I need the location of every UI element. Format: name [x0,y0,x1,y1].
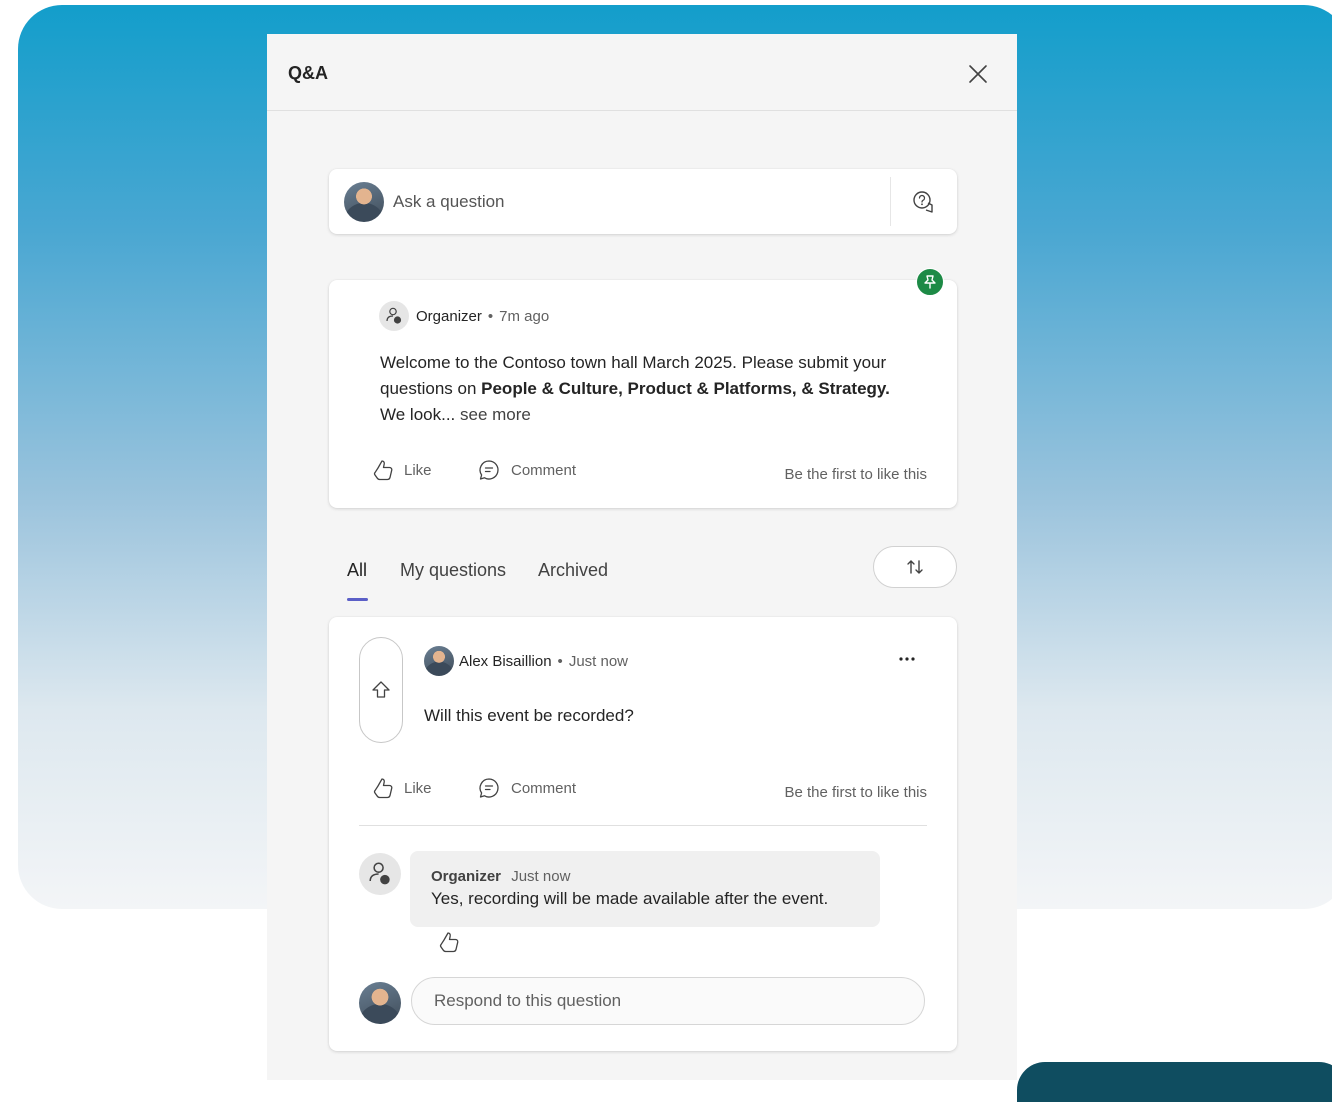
more-options-button[interactable] [892,649,922,669]
pinned-text-bold: People & Culture, Product & Platforms, &… [481,379,890,398]
pinned-text: Welcome to the Contoso town hall March 2… [380,350,910,428]
close-icon [969,65,987,83]
thumbs-up-icon [439,932,459,953]
comment-label: Comment [511,779,577,797]
reply-organizer-avatar [359,853,401,895]
ask-question-card [329,169,957,234]
tab-archived[interactable]: Archived [538,560,608,581]
tab-all-label: All [347,560,368,580]
thumbs-up-icon [373,460,393,481]
tab-all[interactable]: All [347,560,368,601]
user-avatar [344,182,384,222]
question-comment-button[interactable]: Comment [477,776,576,800]
question-author-avatar [424,646,454,676]
reply-author: Organizer [431,868,502,885]
pin-badge [916,268,944,296]
reply-time: Just now [511,868,571,885]
pinned-comment-button[interactable]: Comment [477,458,576,482]
pin-icon [924,275,936,289]
ask-question-icon [913,191,933,213]
comment-label: Comment [511,461,577,479]
ask-divider [890,177,891,226]
qa-panel: Q&A Organi [267,34,1017,1080]
question-like-note: Be the first to like this [784,784,927,801]
more-options-icon [899,657,915,661]
panel-header: Q&A [267,34,1017,111]
background-dark-shape [1017,1062,1332,1102]
reply-like-button[interactable] [438,930,460,954]
question-like-button[interactable]: Like [372,776,432,800]
organizer-icon [369,862,390,885]
question-time: Just now [568,653,629,670]
tab-my-questions[interactable]: My questions [400,560,506,581]
question-text: Will this event be recorded? [424,706,634,725]
pinned-meta: Organizer • 7m ago [416,308,549,325]
pinned-like-button[interactable]: Like [372,458,432,482]
meta-separator: • [557,653,563,670]
thumbs-up-icon [373,778,393,799]
pinned-post-card: Organizer • 7m ago Welcome to the Contoso … [329,280,957,508]
organizer-avatar [379,301,409,331]
reply-meta: Organizer Just now [431,868,570,885]
respond-input[interactable] [411,977,925,1025]
upvote-arrow-icon [372,681,390,698]
upvote-button[interactable] [359,637,403,743]
ask-question-input[interactable] [391,185,875,219]
pinned-author: Organizer [416,308,482,325]
sort-icon [907,560,923,574]
close-button[interactable] [965,61,991,87]
question-divider [359,825,927,826]
pinned-time: 7m ago [499,308,550,325]
active-tab-indicator [347,598,368,601]
responder-avatar [359,982,401,1024]
comment-icon [479,460,499,480]
question-meta: Alex Bisaillion • Just now [459,653,628,670]
meta-separator: • [487,308,494,325]
question-author: Alex Bisaillion [459,653,552,670]
question-card: Alex Bisaillion • Just now Will this event… [329,617,957,1051]
comment-icon [479,778,499,798]
organizer-icon [386,307,402,324]
reply-text: Yes, recording will be made available af… [431,889,829,908]
pinned-like-note: Be the first to like this [784,466,927,483]
ask-question-button[interactable] [909,187,939,217]
pinned-text-part: We look... [380,405,456,424]
reply-bubble: Organizer Just now Yes, recording will b… [410,851,880,927]
sort-button[interactable] [873,546,957,588]
panel-title: Q&A [288,63,328,83]
like-label: Like [404,461,432,479]
like-label: Like [404,779,432,797]
see-more-link[interactable]: see more [460,405,531,424]
